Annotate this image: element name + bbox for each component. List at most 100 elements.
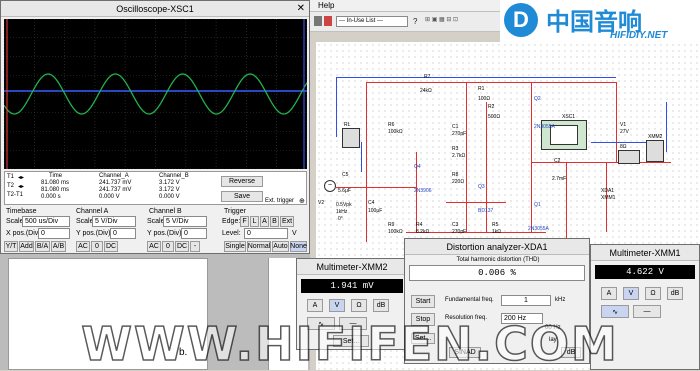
none-button[interactable]: None — [290, 241, 307, 252]
thd-display: 0.006 % — [409, 265, 585, 281]
sinad-button[interactable]: SINAD — [449, 347, 481, 358]
close-icon[interactable]: ✕ — [297, 3, 305, 14]
oscilloscope-titlebar[interactable]: Oscilloscope-XSC1 ✕ — [1, 1, 309, 17]
cursor-t1-label: T1 — [7, 174, 15, 180]
scope-graticule — [3, 18, 308, 170]
fundamental-freq-field[interactable]: 1 — [501, 295, 551, 306]
xmm1-titlebar[interactable]: Multimeter-XMM1 — [591, 245, 699, 261]
edge-rising-button[interactable]: F — [240, 216, 249, 227]
xpos-field[interactable]: 0 — [38, 228, 70, 239]
trig-b-button[interactable]: B — [270, 216, 279, 227]
cursor-arrows-icon[interactable]: ◂▸ — [18, 183, 24, 190]
table-row: 81.080 ms 241.737 mV 3.172 V — [41, 180, 180, 186]
xmm1-amp-button[interactable]: A — [601, 287, 617, 300]
edge-falling-button[interactable]: L — [250, 216, 259, 227]
chb-ac-button[interactable]: AC — [147, 241, 161, 252]
cha-ac-button[interactable]: AC — [76, 241, 90, 252]
level-field[interactable]: 0 — [244, 228, 288, 239]
xda1-symbol[interactable]: 8Ω — [618, 144, 640, 164]
xmm1-ac-button[interactable]: ∿ — [601, 305, 629, 318]
ab-button[interactable]: A/B — [51, 241, 66, 252]
multimeter-xmm1-window: Multimeter-XMM1 4.622 V A V Ω dB ∿ — — [590, 244, 700, 370]
document-page: b. — [8, 258, 208, 370]
cha-ypos-field[interactable]: 0 — [110, 228, 136, 239]
xmm2-ac-button[interactable]: ∿ — [307, 317, 335, 330]
xda1-title: Distortion analyzer-XDA1 — [446, 241, 548, 252]
xmm1-display: 4.622 V — [595, 265, 695, 279]
xmm1-dc-button[interactable]: — — [633, 305, 661, 318]
xmm2-ohm-button[interactable]: Ω — [351, 299, 367, 312]
tool-icon[interactable] — [324, 16, 332, 26]
add-button[interactable]: Add — [19, 241, 34, 252]
fundamental-freq-unit: kHz — [555, 297, 566, 303]
in-use-list-select[interactable]: --- In-Use List --- — [336, 16, 408, 27]
cha-0-button[interactable]: 0 — [91, 241, 103, 252]
timebase-scale-field[interactable]: 500 us/Div — [22, 216, 70, 227]
cha-scale-field[interactable]: 5 V/Div — [92, 216, 136, 227]
xmm1-volt-button[interactable]: V — [623, 287, 639, 300]
single-button[interactable]: Single — [224, 241, 246, 252]
table-row: 81.080 ms 241.737 mV 3.172 V — [41, 187, 180, 193]
question-icon[interactable]: ? — [413, 17, 417, 26]
normal-button[interactable]: Normal — [247, 241, 271, 252]
xmm1-symbol[interactable]: XMM2 — [646, 134, 664, 162]
cursor-arrows-icon[interactable]: ◂▸ — [18, 174, 24, 181]
oscilloscope-window: Oscilloscope-XSC1 ✕ T1 ◂▸ T2 ◂▸ T2-T1 Ti… — [0, 0, 310, 254]
ba-button[interactable]: B/A — [35, 241, 50, 252]
ext-trigger-terminal-icon[interactable]: ⊕ — [299, 197, 305, 205]
xmm2-symbol[interactable]: RL — [342, 122, 360, 148]
background-area: b. — [0, 254, 310, 370]
table-row: 0.000 s 0.000 V 0.000 V — [41, 194, 180, 200]
cha-dc-button[interactable]: DC — [104, 241, 118, 252]
chb-invert-button[interactable]: - — [190, 241, 200, 252]
xmm1-ohm-button[interactable]: Ω — [645, 287, 661, 300]
cursor-diff-label: T2-T1 — [7, 192, 24, 198]
chb-dc-button[interactable]: DC — [175, 241, 189, 252]
resolution-unit: 00 Hz — [545, 325, 561, 331]
logo-icon: D — [504, 3, 538, 37]
xmm2-amp-button[interactable]: A — [307, 299, 323, 312]
tool-icon[interactable] — [314, 16, 322, 26]
level-label: Level: — [222, 230, 241, 237]
xmm2-dc-button[interactable]: — — [339, 317, 367, 330]
start-button[interactable]: Start — [411, 295, 435, 308]
xmm2-db-button[interactable]: dB — [373, 299, 389, 312]
chb-0-button[interactable]: 0 — [162, 241, 174, 252]
chb-scale-field[interactable]: 5 V/Div — [163, 216, 207, 227]
xmm2-set-button[interactable]: Set... — [333, 335, 369, 347]
xda1-titlebar[interactable]: Distortion analyzer-XDA1 — [405, 239, 589, 255]
oscilloscope-title: Oscilloscope-XSC1 — [116, 3, 194, 14]
auto-button[interactable]: Auto — [272, 241, 289, 252]
trig-ext-button[interactable]: Ext — [280, 216, 294, 227]
resolution-freq-field[interactable]: 200 Hz — [501, 313, 543, 324]
save-button[interactable]: Save — [221, 191, 263, 202]
multimeter-xmm2-window: Multimeter-XMM2 1.941 mV A V Ω dB ∿ — Se… — [296, 258, 408, 350]
xmm1-db-button[interactable]: dB — [667, 287, 683, 300]
chb-ypos-field[interactable]: 0 — [181, 228, 207, 239]
ext-trigger-label: Ext. trigger — [265, 198, 295, 204]
cha-ypos-label: Y pos.(Div): — [76, 230, 113, 237]
brand-logo: D 中国音响 HIFIDIY.NET — [500, 0, 700, 42]
cursor-readout: T1 ◂▸ T2 ◂▸ T2-T1 Time Channel_A Channel_B… — [4, 171, 307, 205]
stop-button[interactable]: Stop — [411, 313, 435, 326]
channel-a-title: Channel A — [76, 208, 109, 215]
cursor-table: Time Channel_A Channel_B 81.080 ms 241.737 … — [31, 173, 216, 201]
scope-screen[interactable] — [3, 18, 308, 170]
trig-a-button[interactable]: A — [260, 216, 269, 227]
toolbar-icons[interactable]: ⊞ ▣ ▦ ⊟ ⊡ — [425, 16, 485, 26]
distortion-analyzer-window: Distortion analyzer-XDA1 Total harmonic … — [404, 238, 590, 364]
xmm2-title: Multimeter-XMM2 — [316, 261, 388, 272]
brand-en: HIFIDIY.NET — [610, 30, 668, 41]
da-db-button[interactable]: dB — [561, 347, 581, 358]
display-label: lay — [549, 337, 557, 343]
xmm2-titlebar[interactable]: Multimeter-XMM2 — [297, 259, 407, 275]
xmm2-volt-button[interactable]: V — [329, 299, 345, 312]
da-set-button[interactable]: Set... — [411, 333, 435, 344]
resolution-freq-label: Resolution freq. — [445, 315, 488, 321]
ac-source-icon[interactable]: ~ — [324, 180, 336, 192]
reverse-button[interactable]: Reverse — [221, 176, 263, 187]
xmm2-display: 1.941 mV — [301, 279, 403, 293]
level-unit: V — [292, 230, 297, 237]
yt-button[interactable]: Y/T — [4, 241, 18, 252]
help-menu[interactable]: Help — [318, 1, 334, 10]
